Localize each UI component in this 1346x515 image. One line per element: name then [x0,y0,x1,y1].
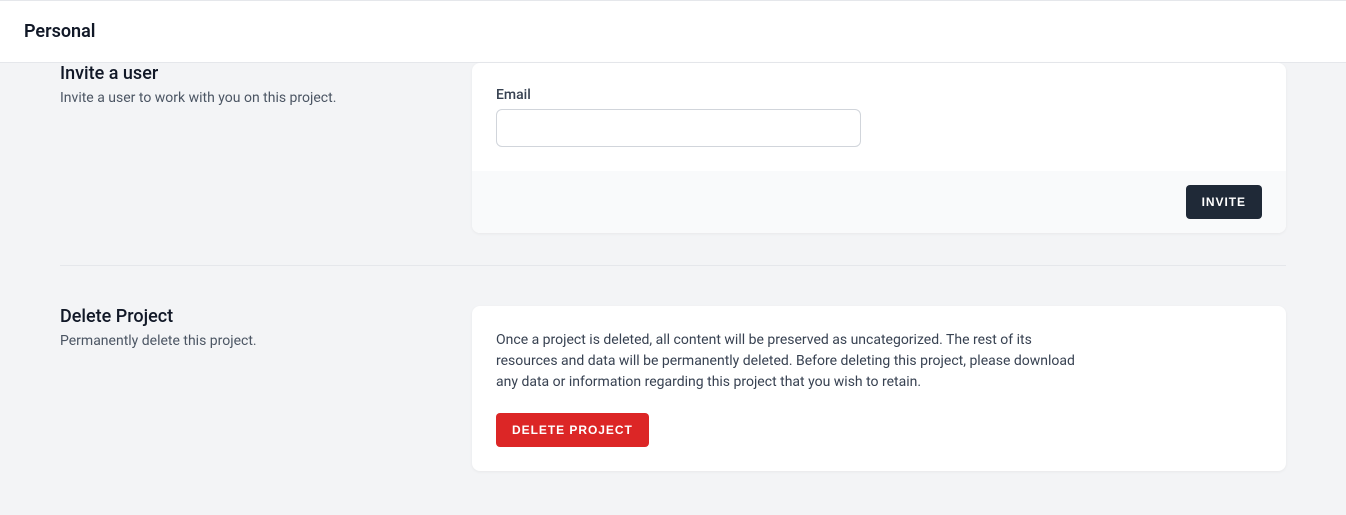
delete-project-button[interactable]: Delete Project [496,413,649,447]
delete-project-section: Delete Project Permanently delete this p… [60,265,1286,471]
invite-user-card: Email Invite [472,63,1286,233]
page-title: Personal [24,21,1322,42]
invite-user-description: Invite a user to work with you on this p… [60,90,440,106]
invite-user-card-body: Email [472,63,1286,171]
invite-user-panel: Email Invite [472,63,1286,233]
main-content: Invite a user Invite a user to work with… [0,63,1346,511]
delete-project-card-body: Once a project is deleted, all content w… [472,306,1286,471]
delete-project-description: Permanently delete this project. [60,333,440,349]
delete-project-card: Once a project is deleted, all content w… [472,306,1286,471]
invite-user-title: Invite a user [60,63,440,84]
invite-user-card-footer: Invite [472,171,1286,233]
invite-button[interactable]: Invite [1186,185,1262,219]
invite-user-info: Invite a user Invite a user to work with… [60,63,440,233]
invite-user-section: Invite a user Invite a user to work with… [60,63,1286,233]
delete-project-warning: Once a project is deleted, all content w… [496,330,1076,393]
delete-project-title: Delete Project [60,306,440,327]
email-label: Email [496,87,1262,103]
delete-project-info: Delete Project Permanently delete this p… [60,306,440,471]
email-input[interactable] [496,109,861,147]
page-header: Personal [0,0,1346,63]
delete-project-panel: Once a project is deleted, all content w… [472,306,1286,471]
